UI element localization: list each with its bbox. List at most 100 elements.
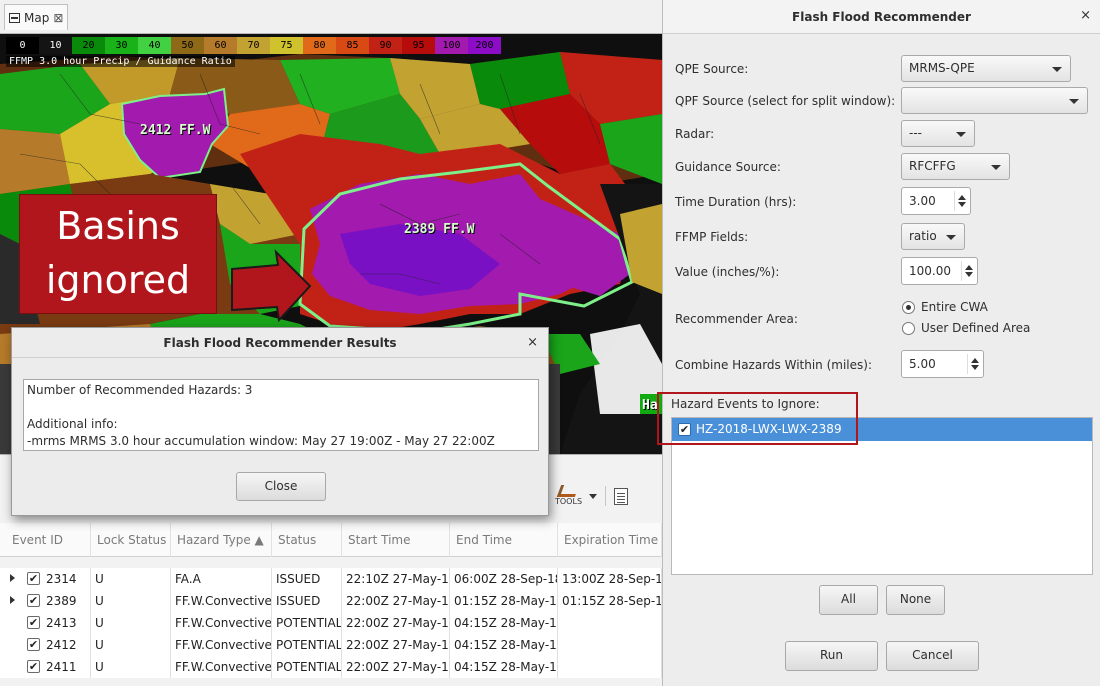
edge-label: Ha <box>642 398 658 413</box>
legend-swatch: 0 <box>6 37 39 54</box>
tools-label: TOOLS <box>555 497 583 506</box>
spin-down-icon[interactable] <box>971 365 979 370</box>
results-text[interactable]: Number of Recommended Hazards: 3 Additio… <box>23 379 539 451</box>
ffmp-fields-label: FFMP Fields: <box>675 230 749 244</box>
table-cell-event-id: 2412 <box>42 634 91 656</box>
row-checkbox[interactable]: ✔ <box>27 594 40 607</box>
table-cell-start: 22:00Z 27-May-18 <box>342 612 450 634</box>
value-spinner[interactable]: 100.00 <box>901 257 978 285</box>
annotation-line-2: ignored <box>45 258 191 302</box>
table-cell-end: 04:15Z 28-May-18 <box>450 656 558 678</box>
legend-swatch: 60 <box>204 37 237 54</box>
guidance-source-value: RFCFFG <box>909 159 956 173</box>
results-line-3: -mrms MRMS 3.0 hour accumulation window:… <box>27 434 495 448</box>
annotation-line-1: Basins <box>56 204 180 248</box>
radar-label: Radar: <box>675 127 715 141</box>
table-row[interactable]: ✔ 2411 U FF.W.Convective POTENTIAL 22:00Z 27-… <box>0 656 662 678</box>
legend-swatch: 100 <box>435 37 468 54</box>
row-checkbox[interactable]: ✔ <box>27 572 40 585</box>
results-line-1: Number of Recommended Hazards: 3 <box>27 383 253 397</box>
radio-unselected-icon <box>902 321 915 335</box>
table-cell-lock: U <box>91 634 171 656</box>
results-title: Flash Flood Recommender Results <box>12 328 548 358</box>
radio-selected-icon <box>902 300 915 314</box>
legend-swatch: 75 <box>270 37 303 54</box>
table-row[interactable]: ✔ 2413 U FF.W.Convective POTENTIAL 22:00Z 27-… <box>0 612 662 634</box>
time-duration-spinner[interactable]: 3.00 <box>901 187 971 215</box>
column-header[interactable]: Hazard Type ▲ <box>171 523 272 557</box>
none-button[interactable]: None <box>886 585 945 615</box>
map-icon <box>9 12 20 23</box>
chevron-down-icon <box>946 235 956 240</box>
area-user-defined-label: User Defined Area <box>921 321 1031 335</box>
results-dialog: Flash Flood Recommender Results × Number… <box>11 327 549 516</box>
all-button[interactable]: All <box>819 585 878 615</box>
table-cell-status: POTENTIAL <box>272 656 342 678</box>
table-cell-status: POTENTIAL <box>272 634 342 656</box>
legend-swatch: 80 <box>303 37 336 54</box>
recommender-dialog: Flash Flood Recommender × QPE Source: MR… <box>662 0 1100 686</box>
qpe-source-select[interactable]: MRMS-QPE <box>901 55 1071 82</box>
spin-up-icon[interactable] <box>971 358 979 363</box>
column-header[interactable]: Lock Status <box>91 523 171 557</box>
column-header[interactable]: End Time <box>450 523 558 557</box>
chevron-down-icon <box>956 132 966 137</box>
ffmp-fields-select[interactable]: ratio <box>901 223 965 250</box>
run-button[interactable]: Run <box>785 641 878 671</box>
spin-down-icon[interactable] <box>965 272 973 277</box>
recommender-close-icon[interactable]: × <box>1080 8 1091 23</box>
column-header[interactable]: Status <box>272 523 342 557</box>
table-cell-expiration <box>558 634 662 656</box>
table-cell-expiration: 01:15Z 28-Sep-18 <box>558 590 662 612</box>
table-cell-event-id: 2314 <box>42 568 91 590</box>
table-row[interactable]: ✔ 2314 U FA.A ISSUED 22:10Z 27-May-18 06:00Z 2… <box>0 568 662 590</box>
qpf-source-select[interactable] <box>901 87 1088 114</box>
table-cell-end: 04:15Z 28-May-18 <box>450 634 558 656</box>
guidance-source-label: Guidance Source: <box>675 160 781 174</box>
legend-swatch: 70 <box>237 37 270 54</box>
table-cell-expiration <box>558 612 662 634</box>
table-row[interactable]: ✔ 2412 U FF.W.Convective POTENTIAL 22:00Z 27-… <box>0 634 662 656</box>
tab-close-icon[interactable]: ⊠ <box>53 11 63 25</box>
polygon-label-2389: 2389 FF.W <box>404 222 475 237</box>
expand-arrow-icon[interactable] <box>10 574 15 582</box>
column-header[interactable]: Event ID <box>6 523 91 557</box>
legend-swatch: 40 <box>138 37 171 54</box>
spin-down-icon[interactable] <box>958 202 966 207</box>
area-user-defined-radio[interactable]: User Defined Area <box>902 321 1030 335</box>
radar-value: --- <box>909 126 922 140</box>
results-close-icon[interactable]: × <box>527 335 538 350</box>
column-header[interactable]: Start Time <box>342 523 450 557</box>
tools-dropdown-icon[interactable] <box>589 493 597 499</box>
legend-swatch: 90 <box>369 37 402 54</box>
table-cell-type: FF.W.Convective <box>171 590 272 612</box>
guidance-source-select[interactable]: RFCFFG <box>901 153 1010 180</box>
spin-up-icon[interactable] <box>965 265 973 270</box>
tools-icon[interactable]: TOOLS <box>555 485 583 507</box>
value-label: Value (inches/%): <box>675 265 780 279</box>
column-header[interactable]: Expiration Time <box>558 523 662 557</box>
table-cell-start: 22:00Z 27-May-18 <box>342 656 450 678</box>
cancel-button[interactable]: Cancel <box>886 641 979 671</box>
row-checkbox[interactable]: ✔ <box>27 660 40 673</box>
radar-select[interactable]: --- <box>901 120 975 147</box>
tab-map[interactable]: Map ⊠ <box>4 4 68 30</box>
table-row[interactable]: ✔ 2389 U FF.W.Convective ISSUED 22:00Z 27-May… <box>0 590 662 612</box>
table-cell-type: FF.W.Convective <box>171 612 272 634</box>
combine-hazards-value: 5.00 <box>909 357 936 371</box>
expand-arrow-icon[interactable] <box>10 596 15 604</box>
combine-hazards-spinner[interactable]: 5.00 <box>901 350 984 378</box>
area-entire-cwa-radio[interactable]: Entire CWA <box>902 300 988 314</box>
row-checkbox[interactable]: ✔ <box>27 616 40 629</box>
table-cell-expiration: 13:00Z 28-Sep-18 <box>558 568 662 590</box>
spin-up-icon[interactable] <box>958 195 966 200</box>
document-icon[interactable] <box>614 487 628 505</box>
row-checkbox[interactable]: ✔ <box>27 638 40 651</box>
table-cell-lock: U <box>91 568 171 590</box>
table-cell-start: 22:10Z 27-May-18 <box>342 568 450 590</box>
table-cell-type: FA.A <box>171 568 272 590</box>
results-close-button[interactable]: Close <box>236 472 326 501</box>
table-cell-start: 22:00Z 27-May-18 <box>342 634 450 656</box>
time-duration-label: Time Duration (hrs): <box>675 195 797 209</box>
table-cell-status: ISSUED <box>272 568 342 590</box>
